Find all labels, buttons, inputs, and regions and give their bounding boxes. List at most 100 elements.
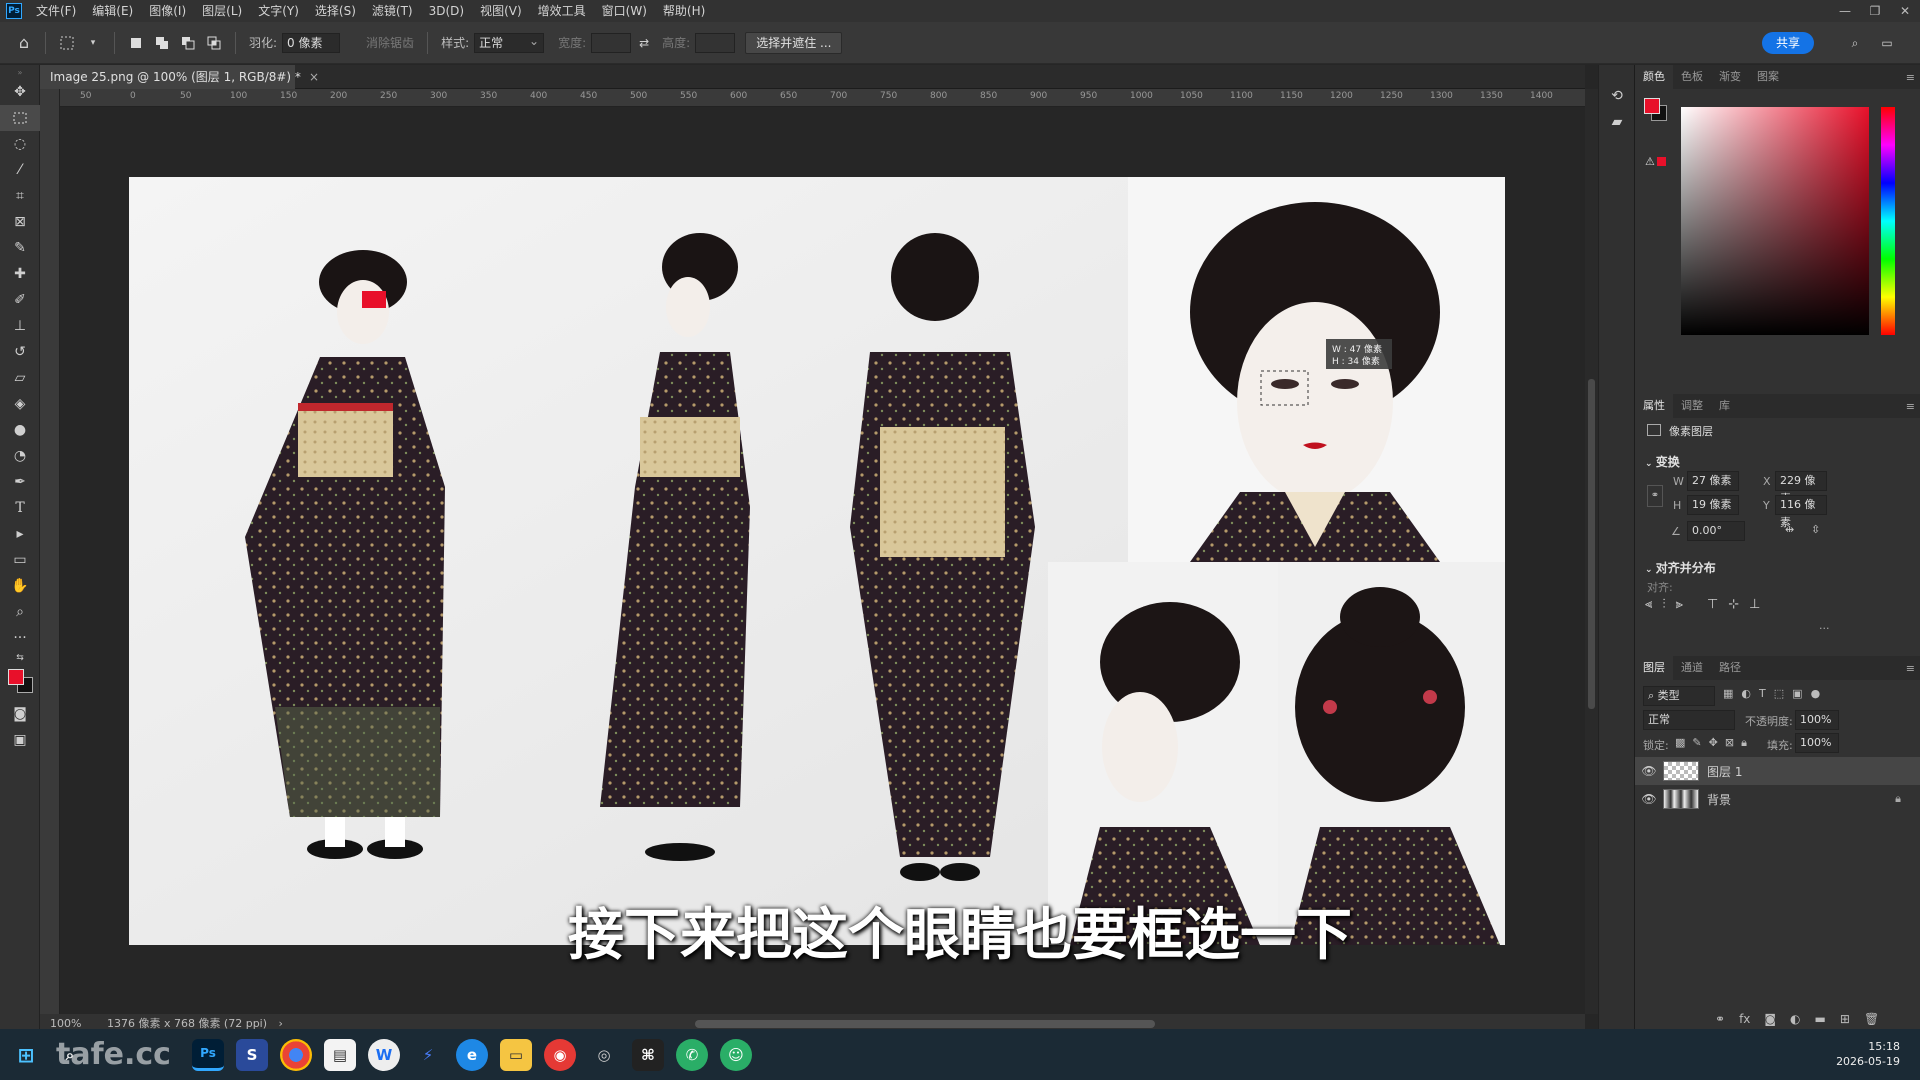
antialias-checkbox[interactable]: 消除锯齿 bbox=[366, 34, 414, 51]
layer-filter-select[interactable]: ⌕ 类型 bbox=[1643, 686, 1715, 706]
swap-colors-icon[interactable]: ⇆ bbox=[0, 651, 40, 665]
canvas-area[interactable]: W : 47 像素 H : 34 像素 bbox=[60, 107, 1585, 1014]
file-explorer-icon[interactable]: ▭ bbox=[500, 1038, 532, 1071]
eyedropper-tool-icon[interactable]: ✎ bbox=[0, 235, 40, 261]
gamut-warning-icon[interactable]: ⚠ bbox=[1645, 155, 1655, 168]
document-canvas[interactable]: W : 47 像素 H : 34 像素 bbox=[60, 107, 1585, 1014]
hue-slider[interactable] bbox=[1881, 107, 1895, 335]
align-bottom-icon[interactable]: ⊥ bbox=[1749, 597, 1760, 612]
add-selection-icon[interactable] bbox=[152, 33, 172, 53]
photoshop-taskbar-icon[interactable]: Ps bbox=[192, 1038, 224, 1071]
lock-pixels-icon[interactable]: ✎ bbox=[1692, 736, 1701, 750]
foreground-color-swatch[interactable] bbox=[1644, 98, 1660, 114]
rectangle-tool-icon[interactable]: ▭ bbox=[0, 547, 40, 573]
flip-horizontal-icon[interactable]: ⇹ bbox=[1785, 523, 1794, 536]
lock-position-icon[interactable]: ✥ bbox=[1709, 736, 1718, 750]
transform-height-input[interactable]: 19 像素 bbox=[1687, 495, 1739, 515]
feather-input[interactable]: 0 像素 bbox=[282, 32, 341, 53]
panel-menu-icon[interactable]: ≡ bbox=[1906, 400, 1915, 413]
lock-transparent-icon[interactable]: ▩ bbox=[1675, 736, 1685, 750]
filter-adjustment-icon[interactable]: ◐ bbox=[1741, 687, 1751, 700]
transform-y-input[interactable]: 116 像素 bbox=[1775, 495, 1827, 529]
collapse-icon[interactable]: » bbox=[0, 65, 40, 79]
quick-mask-icon[interactable]: ◙ bbox=[0, 701, 40, 727]
lock-artboard-icon[interactable]: ⊠ bbox=[1725, 736, 1734, 750]
pen-tool-icon[interactable]: ✒ bbox=[0, 469, 40, 495]
foreground-color-swatch[interactable] bbox=[8, 669, 24, 685]
width-input[interactable] bbox=[591, 32, 632, 53]
filter-pixel-icon[interactable]: ▦ bbox=[1723, 687, 1733, 700]
blend-mode-select[interactable]: 正常 bbox=[1643, 710, 1735, 730]
path-selection-tool-icon[interactable]: ▸ bbox=[0, 521, 40, 547]
more-options[interactable]: ... bbox=[1819, 619, 1830, 632]
tab-patterns[interactable]: 图案 bbox=[1749, 65, 1787, 89]
menu-layer[interactable]: 图层(L) bbox=[194, 0, 250, 22]
eraser-tool-icon[interactable]: ▱ bbox=[0, 365, 40, 391]
new-adjustment-icon[interactable]: ◐ bbox=[1790, 1012, 1800, 1026]
layer-name[interactable]: 图层 1 bbox=[1707, 763, 1742, 780]
color-panel-swatches[interactable] bbox=[1643, 97, 1669, 123]
wechat-icon[interactable]: ✆ bbox=[676, 1038, 708, 1071]
align-top-icon[interactable]: ⊤ bbox=[1707, 597, 1718, 612]
menu-file[interactable]: 文件(F) bbox=[28, 0, 84, 22]
close-tab-icon[interactable]: × bbox=[309, 70, 319, 84]
transform-section-title[interactable]: ⌄ 变换 bbox=[1645, 453, 1680, 470]
intersect-selection-icon[interactable] bbox=[204, 33, 224, 53]
select-and-mask-button[interactable]: 选择并遮住 ... bbox=[745, 31, 843, 54]
filter-shape-icon[interactable]: ⬚ bbox=[1774, 687, 1784, 700]
document-tab[interactable]: Image 25.png @ 100% (图层 1, RGB/8#) * × bbox=[40, 65, 319, 89]
crop-tool-icon[interactable]: ⌗ bbox=[0, 183, 40, 209]
capcut-icon[interactable]: ⌘ bbox=[632, 1038, 664, 1071]
edge-icon[interactable]: e bbox=[456, 1038, 488, 1071]
search-icon[interactable]: ⌕ bbox=[1845, 33, 1865, 53]
minimize-icon[interactable]: — bbox=[1830, 0, 1860, 22]
layer-name[interactable]: 背景 bbox=[1707, 791, 1731, 808]
comments-panel-icon[interactable]: ▰ bbox=[1599, 109, 1635, 135]
tab-properties[interactable]: 属性 bbox=[1635, 394, 1673, 418]
new-group-icon[interactable]: ▬ bbox=[1815, 1012, 1826, 1026]
add-mask-icon[interactable]: ◙ bbox=[1764, 1012, 1776, 1026]
new-selection-icon[interactable] bbox=[126, 33, 146, 53]
menu-image[interactable]: 图像(I) bbox=[141, 0, 194, 22]
menu-plugins[interactable]: 增效工具 bbox=[530, 0, 594, 22]
new-layer-icon[interactable]: ⊞ bbox=[1840, 1012, 1850, 1026]
menu-window[interactable]: 窗口(W) bbox=[594, 0, 655, 22]
history-brush-tool-icon[interactable]: ↺ bbox=[0, 339, 40, 365]
layer-style-icon[interactable]: fx bbox=[1739, 1012, 1750, 1026]
app-green-icon[interactable]: ☺ bbox=[720, 1038, 752, 1071]
feather-app-icon[interactable]: ⚡ bbox=[412, 1039, 444, 1071]
gamut-color-chip[interactable] bbox=[1657, 157, 1666, 166]
chevron-down-icon[interactable]: ▾ bbox=[83, 33, 103, 53]
share-button[interactable]: 共享 bbox=[1762, 32, 1814, 54]
tab-paths[interactable]: 路径 bbox=[1711, 656, 1749, 680]
move-tool-icon[interactable]: ✥ bbox=[0, 79, 40, 105]
restore-icon[interactable]: ❐ bbox=[1860, 0, 1890, 22]
scrollbar-thumb[interactable] bbox=[1588, 379, 1595, 709]
tab-gradients[interactable]: 渐变 bbox=[1711, 65, 1749, 89]
type-tool-icon[interactable]: T bbox=[0, 495, 40, 521]
layer-row[interactable]: 👁︎ 背景 🔒︎ bbox=[1635, 785, 1920, 813]
flip-vertical-icon[interactable]: ⇳ bbox=[1811, 523, 1820, 536]
panel-menu-icon[interactable]: ≡ bbox=[1906, 71, 1915, 84]
marquee-tool-icon[interactable] bbox=[0, 105, 40, 131]
tab-swatches[interactable]: 色板 bbox=[1673, 65, 1711, 89]
system-clock[interactable]: 15:18 2026-05-19 bbox=[1836, 1039, 1900, 1069]
filter-smart-object-icon[interactable]: ▣ bbox=[1792, 687, 1802, 700]
windows-start-icon[interactable]: ⊞ bbox=[10, 1039, 42, 1071]
app-w-icon[interactable]: W bbox=[368, 1038, 400, 1071]
tab-adjustments[interactable]: 调整 bbox=[1673, 394, 1711, 418]
home-icon[interactable]: ⌂ bbox=[14, 33, 34, 53]
more-tools-icon[interactable]: ··· bbox=[0, 625, 40, 651]
tab-color[interactable]: 颜色 bbox=[1635, 65, 1673, 89]
history-panel-icon[interactable]: ⟲ bbox=[1599, 83, 1635, 109]
delete-layer-icon[interactable]: 🗑︎ bbox=[1864, 1012, 1879, 1026]
height-input[interactable] bbox=[695, 32, 736, 53]
lasso-tool-icon[interactable]: ◌ bbox=[0, 131, 40, 157]
horizontal-scrollbar[interactable] bbox=[695, 1020, 1155, 1028]
color-swatches[interactable] bbox=[0, 665, 40, 701]
close-icon[interactable]: ✕ bbox=[1890, 0, 1920, 22]
subtract-selection-icon[interactable] bbox=[178, 33, 198, 53]
magic-wand-tool-icon[interactable]: ⁄ bbox=[0, 157, 40, 183]
blur-tool-icon[interactable]: ● bbox=[0, 417, 40, 443]
workspace-icon[interactable]: ▭ bbox=[1877, 33, 1897, 53]
